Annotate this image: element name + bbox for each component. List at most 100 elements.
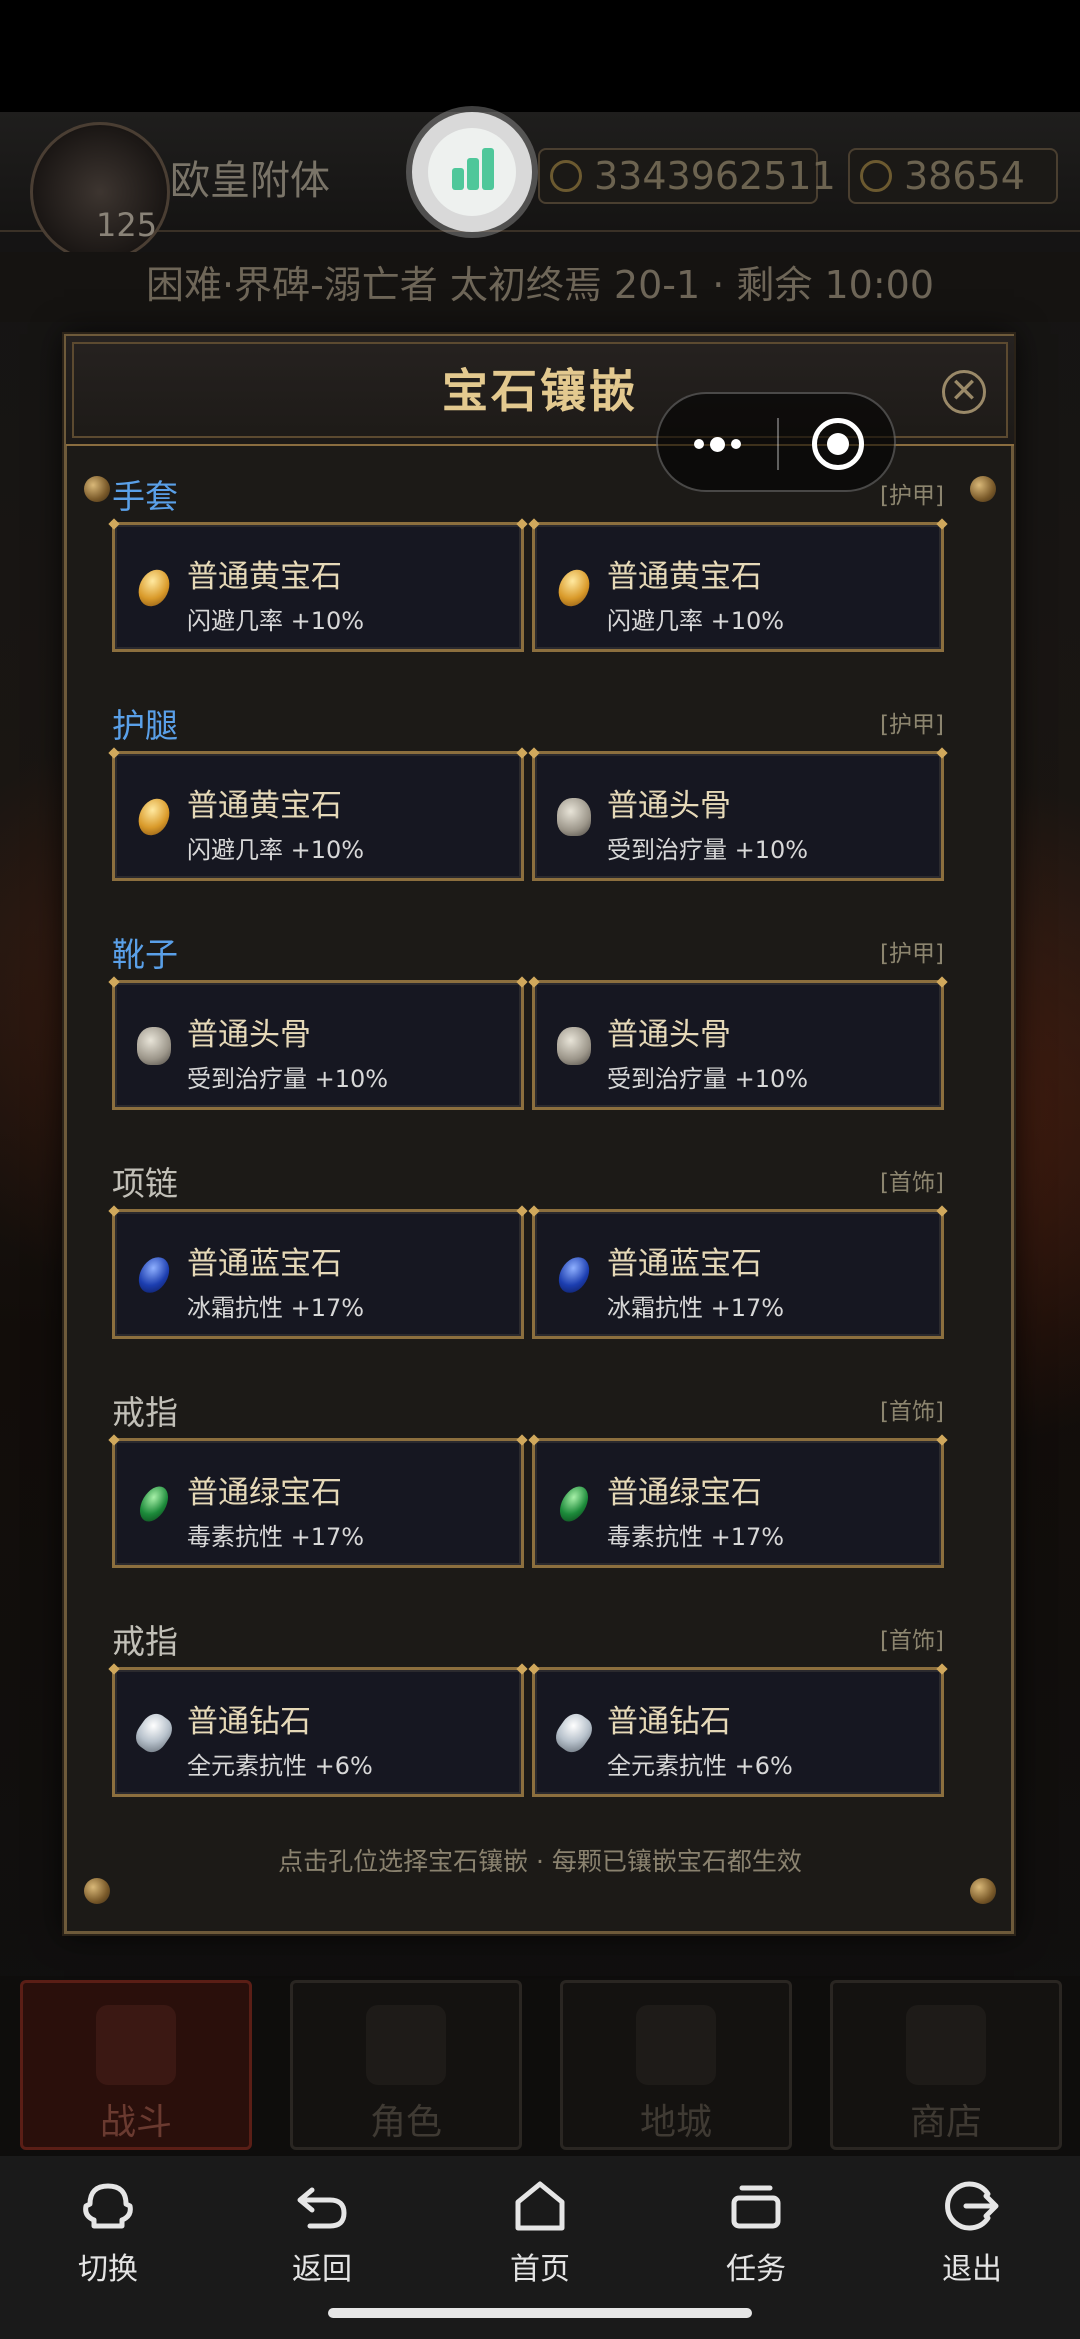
back-icon [292, 2176, 352, 2236]
green-gem-icon [554, 1481, 594, 1527]
gem-effect: 闪避几率 +10% [187, 836, 365, 864]
gem-socket[interactable]: 普通黄宝石闪避几率 +10% [112, 522, 524, 652]
section-title: 护腿 [112, 706, 178, 745]
signal-bars-icon [428, 128, 516, 216]
section-title: 靴子 [112, 935, 178, 974]
switch-icon [78, 2176, 138, 2236]
gem-socket[interactable]: 普通蓝宝石 冰霜抗性 +17% [112, 1209, 524, 1339]
gem-effect: 全元素抗性 +6% [187, 1752, 373, 1780]
gem-name: 普通头骨 [607, 1017, 731, 1053]
nav-switch-button[interactable]: 切换 [38, 2176, 178, 2288]
section-title: 手套 [112, 477, 178, 516]
player-name: 欧皇附体 [170, 158, 330, 204]
nav-exit-button[interactable]: 退出 [902, 2176, 1042, 2288]
gem-socket[interactable]: 普通钻石 全元素抗性 +6% [532, 1667, 944, 1797]
nav-label: 返回 [292, 2252, 352, 2287]
helmet-icon [366, 2005, 446, 2085]
more-menu-button[interactable] [658, 394, 776, 494]
gem-socket[interactable]: 普通头骨受到治疗量 +10% [532, 751, 944, 881]
gold-coin-icon [550, 160, 582, 192]
energy-amount: 38654 [904, 154, 1025, 198]
tab-character[interactable]: 角色 [290, 1980, 522, 2150]
gem-name: 普通钻石 [607, 1704, 731, 1740]
yellow-gem-icon [552, 564, 596, 612]
gem-name: 普通蓝宝石 [607, 1246, 762, 1282]
tab-battle[interactable]: 战斗 [20, 1980, 252, 2150]
tab-dungeon[interactable]: 地城 [560, 1980, 792, 2150]
dot-icon [730, 439, 741, 449]
section-tag: [护甲] [880, 941, 944, 967]
green-gem-icon [134, 1481, 174, 1527]
crossed-swords-icon [96, 2005, 176, 2085]
section-tag: [首饰] [880, 1628, 944, 1654]
footer-hint: 点击孔位选择宝石镶嵌 · 每颗已镶嵌宝石都生效 [278, 1847, 802, 1876]
gem-name: 普通头骨 [607, 788, 731, 824]
gem-socket[interactable]: 普通蓝宝石 冰霜抗性 +17% [532, 1209, 944, 1339]
energy-counter: 38654 [848, 148, 1058, 204]
gem-name: 普通绿宝石 [187, 1475, 342, 1511]
gem-name: 普通黄宝石 [607, 559, 762, 595]
gem-socket[interactable]: 普通黄宝石闪避几率 +10% [532, 522, 944, 652]
section-tag: [护甲] [880, 483, 944, 509]
gem-effect: 受到治疗量 +10% [187, 1065, 389, 1093]
yellow-gem-icon [132, 564, 176, 612]
gem-socket[interactable]: 普通头骨受到治疗量 +10% [112, 980, 524, 1110]
home-indicator[interactable] [328, 2308, 752, 2318]
gem-effect: 闪避几率 +10% [187, 607, 365, 635]
tab-label: 地城 [639, 2102, 712, 2143]
gem-name: 普通黄宝石 [187, 788, 342, 824]
gem-socket[interactable]: 普通头骨受到治疗量 +10% [532, 980, 944, 1110]
nav-label: 切换 [78, 2252, 138, 2287]
section-tag: [首饰] [880, 1170, 944, 1196]
chest-icon [906, 2005, 986, 2085]
diamond-icon [550, 1708, 598, 1758]
tab-shop[interactable]: 商店 [830, 1980, 1062, 2150]
nav-tasks-button[interactable]: 任务 [686, 2176, 826, 2288]
skull-icon [137, 1027, 171, 1065]
gem-effect: 毒素抗性 +17% [607, 1523, 785, 1551]
home-icon [510, 2176, 570, 2236]
corner-stud-icon [84, 476, 110, 502]
gem-effect: 受到治疗量 +10% [607, 1065, 809, 1093]
gem-effect: 毒素抗性 +17% [187, 1523, 365, 1551]
gold-counter: 3343962511 [538, 148, 836, 204]
close-button[interactable]: ✕ [942, 370, 986, 414]
diamond-icon [130, 1708, 178, 1758]
player-level: 125 [96, 206, 158, 244]
stage-status: 困难·界碑-溺亡者 太初终焉 20-1 · 剩余 10:00 [0, 252, 1080, 322]
exit-icon [942, 2176, 1002, 2236]
gem-effect: 受到治疗量 +10% [607, 836, 809, 864]
nav-label: 退出 [942, 2252, 1002, 2287]
gem-socket[interactable]: 普通钻石全元素抗性 +6% [112, 1667, 524, 1797]
gem-name: 普通钻石 [187, 1704, 311, 1740]
section-title: 项链 [112, 1164, 178, 1203]
section-title: 戒指 [112, 1393, 178, 1432]
blue-gem-icon [132, 1251, 176, 1299]
nav-label: 任务 [726, 2252, 786, 2287]
tasks-icon [726, 2176, 786, 2236]
corner-stud-icon [970, 1878, 996, 1904]
nav-home-button[interactable]: 首页 [470, 2176, 610, 2288]
nav-back-button[interactable]: 返回 [252, 2176, 392, 2288]
gem-name: 普通头骨 [187, 1017, 311, 1053]
blue-gem-icon [552, 1251, 596, 1299]
lightning-icon [860, 160, 892, 192]
close-mini-program-button[interactable] [812, 418, 864, 470]
gem-socket[interactable]: 普通黄宝石闪避几率 +10% [112, 751, 524, 881]
screen: { "game": { "player_name": "欧皇附体", "leve… [0, 0, 1080, 2339]
corner-stud-icon [84, 1878, 110, 1904]
tab-label: 战斗 [99, 2102, 172, 2143]
gem-name: 普通黄宝石 [187, 559, 342, 595]
skull-icon [557, 798, 591, 836]
dot-icon [709, 436, 725, 452]
gem-name: 普通蓝宝石 [187, 1246, 342, 1282]
gem-socket[interactable]: 普通绿宝石毒素抗性 +17% [532, 1438, 944, 1568]
section-tag: [护甲] [880, 712, 944, 738]
mini-program-capsule [656, 392, 896, 492]
signal-indicator[interactable] [412, 112, 532, 232]
gem-socket[interactable]: 普通绿宝石毒素抗性 +17% [112, 1438, 524, 1568]
gem-name: 普通绿宝石 [607, 1475, 762, 1511]
gate-icon [636, 2005, 716, 2085]
gem-effect: 闪避几率 +10% [607, 607, 785, 635]
tab-label: 商店 [909, 2102, 982, 2143]
